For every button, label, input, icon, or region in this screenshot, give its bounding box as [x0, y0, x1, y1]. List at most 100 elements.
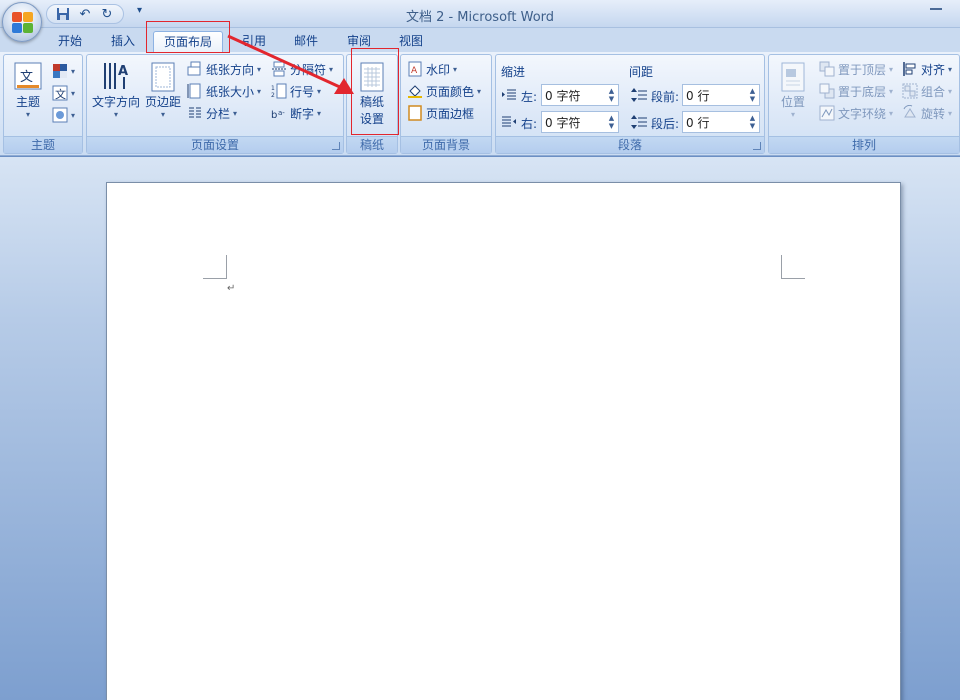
rotate-label: 旋转 [921, 106, 946, 121]
chevron-down-icon: ▾ [889, 86, 894, 96]
spinner-icon[interactable]: ▲ ▼ [748, 114, 757, 130]
position-label: 位置 [780, 95, 805, 109]
chevron-down-icon: ▾ [160, 110, 165, 119]
indent-left-input[interactable]: 0 字符 ▲ ▼ [541, 84, 619, 106]
align-button[interactable]: 对齐 ▾ [902, 59, 952, 79]
watermark-label: 水印 [426, 62, 451, 77]
margins-icon [148, 61, 178, 93]
paint-bucket-icon [408, 85, 422, 98]
position-button[interactable]: 位置 ▾ [773, 61, 813, 119]
theme-colors-button[interactable]: ▾ [52, 61, 75, 81]
spacing-after-icon [631, 115, 647, 129]
page-borders-button[interactable]: 页面边框 [407, 103, 474, 123]
watermark-url: jingyan.baidu.com [736, 654, 866, 670]
dialog-launcher-icon[interactable] [753, 142, 761, 150]
spacing-after-value: 0 行 [686, 115, 710, 130]
svg-text:2: 2 [271, 92, 275, 99]
spacing-before-icon [631, 88, 647, 102]
tab-mailings[interactable]: 邮件 [284, 31, 328, 52]
group-objects-label: 组合 [921, 84, 946, 99]
columns-icon [189, 107, 201, 118]
hyphenation-label: 断字 [290, 106, 315, 121]
bring-to-front-button[interactable]: 置于顶层 ▾ [819, 59, 893, 79]
svg-text:A: A [411, 66, 418, 76]
orientation-button[interactable]: 纸张方向 ▾ [187, 59, 261, 79]
group-label: 页面背景 [401, 136, 491, 153]
text-direction-button[interactable]: A 文字方向 ▾ [89, 61, 143, 119]
theme-colors-icon [53, 64, 67, 78]
chevron-down-icon: ▾ [329, 64, 334, 74]
send-to-back-button[interactable]: 置于底层 ▾ [819, 81, 893, 101]
group-page-setup: A 文字方向 ▾ 页边距 ▾ 纸张方向 ▾ 纸张大小 ▾ 分栏 ▾ 分隔符 ▾ … [86, 54, 344, 154]
margin-corner-mark [203, 255, 227, 279]
line-numbers-icon: 12 [271, 83, 287, 99]
indent-right-icon [502, 116, 516, 127]
spacing-before-label: 段前: [651, 90, 680, 104]
indent-right-input[interactable]: 0 字符 ▲ ▼ [541, 111, 619, 133]
svg-text:文: 文 [55, 87, 66, 101]
rotate-button[interactable]: 旋转 ▾ [902, 103, 952, 123]
tab-insert[interactable]: 插入 [101, 31, 145, 52]
spacing-before-value: 0 行 [686, 88, 710, 103]
margins-button[interactable]: 页边距 ▾ [143, 61, 183, 119]
align-label: 对齐 [921, 62, 946, 77]
paper-size-icon [187, 83, 201, 99]
spacing-after-label: 段后: [651, 117, 680, 131]
rotate-icon [903, 105, 916, 118]
theme-effects-button[interactable]: ▾ [52, 105, 75, 125]
text-wrapping-label: 文字环绕 [838, 106, 887, 121]
group-page-background: A 水印 ▾ 页面颜色 ▾ 页面边框 页面背景 [400, 54, 492, 154]
columns-label: 分栏 [206, 106, 231, 121]
position-icon [778, 61, 808, 93]
chevron-down-icon: ▾ [317, 86, 322, 96]
line-numbers-button[interactable]: 12 行号 ▾ [271, 81, 321, 101]
page-borders-icon [408, 105, 422, 121]
indent-left-label: 左: [521, 90, 538, 104]
office-button[interactable] [2, 2, 42, 42]
watermark-icon: A [408, 61, 422, 77]
theme-fonts-button[interactable]: 文 ▾ [52, 83, 75, 103]
spinner-icon[interactable]: ▲ ▼ [607, 114, 616, 130]
watermark-button[interactable]: A 水印 ▾ [407, 59, 457, 79]
spinner-icon[interactable]: ▲ ▼ [748, 87, 757, 103]
svg-text:文: 文 [20, 70, 33, 85]
indent-left-value: 0 字符 [545, 88, 581, 103]
group-theme: 文 主题 ▾ ▾ 文 ▾ ▾ 主题 [3, 54, 83, 154]
hyphenation-button[interactable]: b a- 断字 ▾ [271, 103, 321, 123]
line-numbers-label: 行号 [290, 84, 315, 99]
breaks-label: 分隔符 [290, 62, 327, 77]
send-to-back-label: 置于底层 [838, 84, 887, 99]
group-paragraph: 缩进 间距 左: 0 字符 ▲ ▼ 右: 0 字符 ▲ ▼ 段前: 0 行 ▲ ▼ 段… [495, 54, 765, 154]
spacing-before-input[interactable]: 0 行 ▲ ▼ [682, 84, 760, 106]
page-color-label: 页面颜色 [426, 84, 475, 99]
theme-button[interactable]: 文 主题 ▾ [8, 61, 48, 119]
minimize-icon[interactable] [930, 8, 942, 10]
align-icon [903, 62, 916, 76]
svg-text:b: b [271, 110, 277, 121]
chevron-down-icon: ▾ [233, 108, 238, 118]
theme-effects-icon [52, 107, 68, 123]
size-label: 纸张大小 [206, 84, 255, 99]
dialog-launcher-icon[interactable] [332, 142, 340, 150]
size-button[interactable]: 纸张大小 ▾ [187, 81, 261, 101]
highlight-page-layout-tab [146, 21, 230, 53]
spinner-icon[interactable]: ▲ ▼ [607, 87, 616, 103]
breaks-button[interactable]: 分隔符 ▾ [271, 59, 333, 79]
columns-button[interactable]: 分栏 ▾ [187, 103, 237, 123]
text-direction-label: 文字方向 [91, 95, 140, 109]
chevron-down-icon: ▾ [71, 110, 76, 120]
text-wrapping-button[interactable]: 文字环绕 ▾ [819, 103, 893, 123]
spacing-after-input[interactable]: 0 行 ▲ ▼ [682, 111, 760, 133]
paragraph-mark: ↵ [227, 283, 236, 294]
chevron-down-icon: ▾ [257, 64, 262, 74]
send-to-back-icon [819, 83, 835, 99]
group-objects-button[interactable]: 组合 ▾ [902, 81, 952, 101]
group-objects-icon [902, 83, 918, 99]
tab-references[interactable]: 引用 [232, 31, 276, 52]
tab-home[interactable]: 开始 [48, 31, 92, 52]
page-color-button[interactable]: 页面颜色 ▾ [407, 81, 481, 101]
chevron-down-icon: ▾ [317, 108, 322, 118]
indent-right-label: 右: [521, 117, 538, 131]
chevron-down-icon: ▾ [25, 110, 30, 119]
text-wrapping-icon [819, 105, 835, 121]
